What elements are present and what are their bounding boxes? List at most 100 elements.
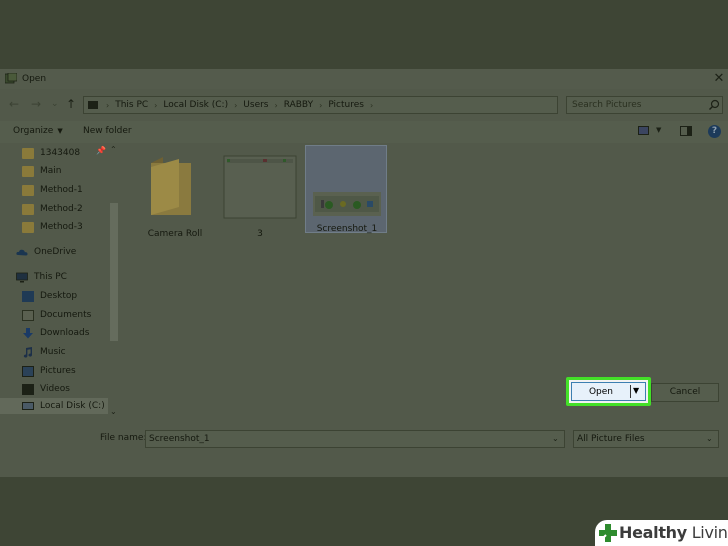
search-box[interactable] xyxy=(566,96,723,114)
navigation-row: ← → ⌄ ↑ › This PC › Local Disk (C:) › Us… xyxy=(0,93,728,117)
folder-icon xyxy=(22,203,34,215)
back-arrow-icon[interactable]: ← xyxy=(9,97,19,111)
chevron-down-icon[interactable]: ▼ xyxy=(633,386,639,395)
sidebar-item-label: Method-1 xyxy=(40,185,83,195)
folder-icon xyxy=(22,147,34,159)
cancel-button[interactable]: Cancel xyxy=(651,383,719,402)
breadcrumb-this-pc[interactable]: This PC xyxy=(115,100,148,110)
file-label: Screenshot_1 xyxy=(316,224,378,234)
folder-icon xyxy=(22,221,34,233)
sidebar-item-this-pc[interactable]: This PC xyxy=(16,269,108,285)
breadcrumb-separator: › xyxy=(234,100,238,110)
change-view-icon[interactable] xyxy=(638,126,649,135)
watermark-light: Living xyxy=(691,523,728,542)
chevron-down-icon: ▼ xyxy=(57,127,63,135)
sidebar-item-documents[interactable]: Documents xyxy=(22,307,108,323)
split-divider xyxy=(630,385,631,398)
sidebar-item-label: Method-2 xyxy=(40,204,83,214)
watermark-text: Healthy Living xyxy=(619,523,728,542)
breadcrumb: › This PC › Local Disk (C:) › Users › RA… xyxy=(106,100,379,110)
sidebar-item-pictures[interactable]: Pictures xyxy=(22,363,108,379)
breadcrumb-pictures[interactable]: Pictures xyxy=(328,100,364,110)
help-icon[interactable]: ? xyxy=(708,125,721,138)
window-title: Open xyxy=(22,74,47,84)
pictures-icon xyxy=(22,365,34,377)
sidebar-item-videos[interactable]: Videos xyxy=(22,381,108,397)
file-type-select[interactable]: All Picture Files ⌄ xyxy=(573,430,719,448)
watermark: Healthy Living xyxy=(595,520,728,546)
open-button-label: Open xyxy=(588,387,614,397)
sidebar-item-main[interactable]: Main xyxy=(22,163,108,179)
videos-icon xyxy=(22,383,34,395)
sidebar-item-desktop[interactable]: Desktop xyxy=(22,288,108,304)
command-bar: Organize ▼ New folder ▼ ? xyxy=(0,121,728,143)
desktop-icon xyxy=(22,290,34,302)
bottom-bar: File name: Screenshot_1 ⌄ All Picture Fi… xyxy=(0,423,728,477)
search-input[interactable] xyxy=(572,100,702,110)
breadcrumb-separator: › xyxy=(154,100,158,110)
sidebar-item-downloads[interactable]: Downloads xyxy=(22,325,108,341)
sidebar-item-label: 1343408 xyxy=(40,148,81,158)
pin-icon[interactable]: 📌 xyxy=(96,146,106,155)
sidebar-item-label: Documents xyxy=(40,310,92,320)
app-icon xyxy=(5,73,17,84)
sidebar-item-label: This PC xyxy=(34,272,67,282)
breadcrumb-rabby[interactable]: RABBY xyxy=(284,100,313,110)
chevron-down-icon: ⌄ xyxy=(706,434,713,443)
organize-button[interactable]: Organize ▼ xyxy=(13,126,63,136)
file-name-field[interactable]: Screenshot_1 ⌄ xyxy=(145,430,565,448)
new-folder-button[interactable]: New folder xyxy=(83,126,132,136)
sidebar-item-label: Desktop xyxy=(40,291,78,301)
file-type-value: All Picture Files xyxy=(577,434,645,444)
preview-pane-icon[interactable] xyxy=(680,126,692,136)
file-item-screenshot-1[interactable]: Screenshot_1 xyxy=(305,145,387,234)
breadcrumb-separator: › xyxy=(319,100,323,110)
sidebar-item-label: Main xyxy=(40,166,62,176)
sidebar-item-onedrive[interactable]: OneDrive xyxy=(16,244,108,260)
sidebar-item-label: Method-3 xyxy=(40,222,83,232)
file-label: Camera Roll xyxy=(147,229,203,239)
open-button[interactable]: Open ▼ xyxy=(571,382,646,401)
close-button[interactable]: ✕ xyxy=(710,70,728,88)
downloads-icon xyxy=(23,327,33,338)
file-name-value: Screenshot_1 xyxy=(149,434,210,444)
sidebar-item-music[interactable]: Music xyxy=(22,344,108,360)
search-icon[interactable] xyxy=(708,99,720,111)
scrollbar-thumb[interactable] xyxy=(110,203,118,341)
scroll-up-icon[interactable]: ⌃ xyxy=(110,145,117,154)
sidebar-item-label: OneDrive xyxy=(34,247,77,257)
chevron-down-icon[interactable]: ▼ xyxy=(656,126,661,134)
scroll-down-icon[interactable]: ⌄ xyxy=(110,407,117,416)
computer-icon xyxy=(16,272,28,282)
documents-icon xyxy=(22,309,34,321)
breadcrumb-separator: › xyxy=(106,100,110,110)
title-bar: Open ✕ xyxy=(0,69,728,89)
breadcrumb-users[interactable]: Users xyxy=(243,100,268,110)
open-button-highlight: Open ▼ xyxy=(566,377,651,406)
watermark-bold: Healthy xyxy=(619,523,687,542)
drive-icon xyxy=(22,402,34,410)
cloud-icon xyxy=(16,249,28,255)
up-arrow-icon[interactable]: ↑ xyxy=(66,97,76,111)
address-bar[interactable]: › This PC › Local Disk (C:) › Users › RA… xyxy=(83,96,634,114)
file-label: 3 xyxy=(257,229,263,239)
chevron-down-icon[interactable]: ⌄ xyxy=(552,434,559,443)
image-thumbnail-icon xyxy=(313,192,381,216)
sidebar-item-local-disk[interactable]: Local Disk (C:) xyxy=(0,398,108,414)
folder-icon xyxy=(22,165,34,177)
sidebar-item-label: Pictures xyxy=(40,366,76,376)
forward-arrow-icon[interactable]: → xyxy=(31,97,41,111)
sidebar-item-method-1[interactable]: Method-1 xyxy=(22,182,108,198)
file-item-camera-roll[interactable]: Camera Roll xyxy=(134,149,216,239)
sidebar-scrollbar[interactable]: ⌃ ⌄ xyxy=(108,143,120,423)
file-name-label: File name: xyxy=(100,433,147,443)
navigation-pane: 1343408 📌 Main Method-1 Method-2 Method-… xyxy=(0,143,120,423)
file-item-3[interactable]: 3 xyxy=(219,149,301,239)
recent-locations-icon[interactable]: ⌄ xyxy=(51,97,59,111)
sidebar-item-label: Videos xyxy=(40,384,70,394)
breadcrumb-local-disk[interactable]: Local Disk (C:) xyxy=(163,100,228,110)
image-thumbnail-icon xyxy=(223,155,297,219)
sidebar-item-method-2[interactable]: Method-2 xyxy=(22,201,108,217)
breadcrumb-separator: › xyxy=(274,100,278,110)
sidebar-item-method-3[interactable]: Method-3 xyxy=(22,219,108,235)
